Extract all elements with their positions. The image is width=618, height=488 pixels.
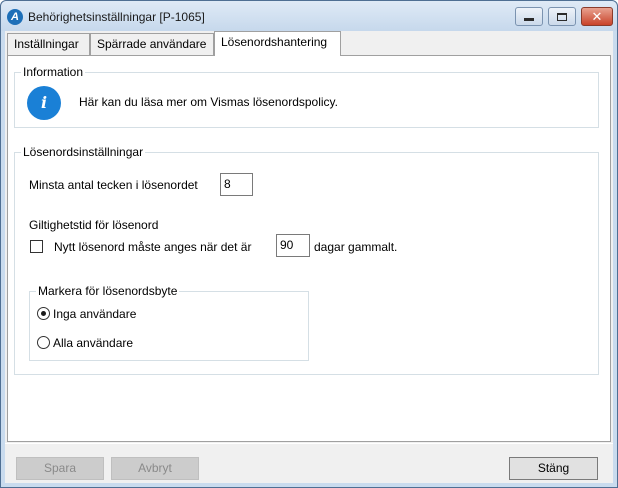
tab-strip: Inställningar Spärrade användare Lösenor… [5,31,613,56]
information-link-text[interactable]: Här kan du läsa mer om Vismas lösenordsp… [79,95,338,109]
mark-change-group-label: Markera för lösenordsbyte [36,284,180,298]
dialog-client: Inställningar Spärrade användare Lösenor… [5,31,613,483]
password-settings-group-label: Lösenordsinställningar [21,145,146,159]
close-icon: ✕ [591,9,603,24]
save-button[interactable]: Spara [16,457,104,480]
info-icon: i [27,86,61,120]
radio-inga-anvandare[interactable] [37,307,50,320]
validity-checkbox[interactable] [30,240,43,253]
min-chars-input[interactable]: 8 [220,173,253,196]
button-bar: Spara Avbryt Stäng [5,443,613,483]
password-settings-group: Lösenordsinställningar Minsta antal teck… [14,145,599,375]
information-group: Information i Här kan du läsa mer om Vis… [14,65,599,128]
close-window-button[interactable]: ✕ [581,7,613,26]
radio-alla-anvandare[interactable] [37,336,50,349]
minimize-button[interactable] [515,7,543,26]
validity-label: Giltighetstid för lösenord [29,218,159,232]
radio-inga-anvandare-label[interactable]: Inga användare [53,307,136,321]
min-chars-label: Minsta antal tecken i lösenordet [29,178,198,192]
validity-days-input[interactable]: 90 [276,234,310,257]
tab-losenordshantering[interactable]: Lösenordshantering [214,31,341,56]
close-button[interactable]: Stäng [509,457,598,480]
minimize-icon [524,18,534,21]
mark-change-group: Markera för lösenordsbyte Inga användare… [29,284,309,361]
validity-suffix-label: dagar gammalt. [314,240,398,254]
window-title: Behörighetsinställningar [P-1065] [28,10,205,24]
maximize-icon [557,12,567,21]
radio-alla-anvandare-label[interactable]: Alla användare [53,336,133,350]
information-group-label: Information [21,65,86,79]
visma-logo-icon: A [7,9,23,25]
title-bar[interactable]: A Behörighetsinställningar [P-1065] ✕ [1,1,617,31]
tab-installningar[interactable]: Inställningar [7,33,90,55]
dialog-window: A Behörighetsinställningar [P-1065] ✕ In… [0,0,618,488]
tab-panel: Information i Här kan du läsa mer om Vis… [7,55,611,442]
tab-sparrade-anvandare[interactable]: Spärrade användare [90,33,214,55]
cancel-button[interactable]: Avbryt [111,457,199,480]
maximize-button[interactable] [548,7,576,26]
validity-checkbox-label[interactable]: Nytt lösenord måste anges när det är [54,240,251,254]
